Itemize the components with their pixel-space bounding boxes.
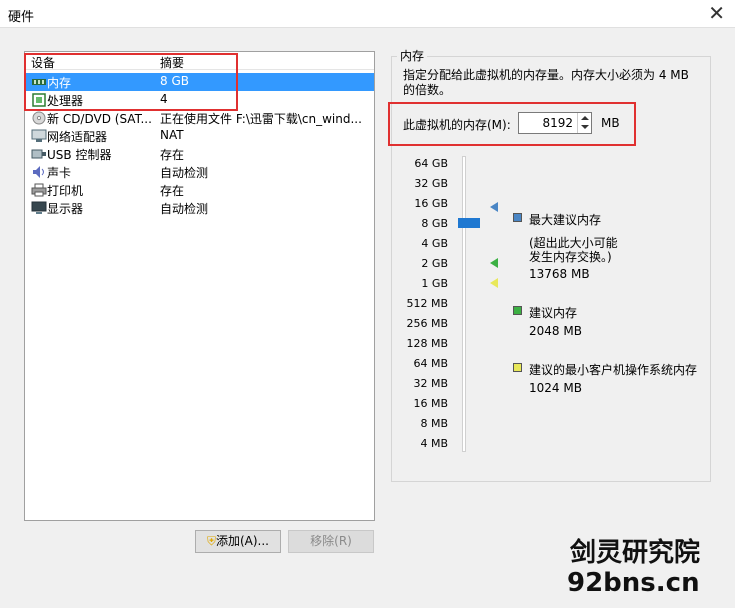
device-row-display[interactable]: 显示器 自动检测 — [25, 199, 374, 217]
device-summary: 存在 — [160, 148, 185, 162]
device-row-printer[interactable]: 打印机 存在 — [25, 181, 374, 199]
memory-field-label: 此虚拟机的内存(M): — [403, 118, 511, 132]
column-header-summary[interactable]: 摘要 — [160, 54, 184, 71]
min-guest-marker — [490, 278, 498, 288]
network-adapter-icon — [31, 129, 47, 142]
device-summary: 正在使用文件 F:\迅雷下载\cn_wind... — [160, 112, 362, 126]
remove-button[interactable]: 移除(R) — [288, 530, 374, 553]
scale-tick-label: 8 GB — [421, 217, 448, 230]
legend-min-value: 1024 MB — [529, 381, 582, 395]
device-summary: 自动检测 — [160, 202, 209, 216]
device-name: 处理器 — [47, 94, 84, 108]
device-name: 打印机 — [47, 184, 84, 198]
legend-max-note-2: 发生内存交换。) — [529, 250, 612, 264]
scale-tick-label: 16 GB — [414, 197, 448, 210]
device-summary: 8 GB — [160, 74, 189, 88]
scale-tick-label: 32 GB — [414, 177, 448, 190]
scale-tick-label: 1 GB — [421, 277, 448, 290]
scale-tick-label: 256 MB — [406, 317, 448, 330]
scale-tick-label: 4 MB — [420, 437, 448, 450]
cd-dvd-icon — [32, 111, 46, 125]
device-row-sound-card[interactable]: 声卡 自动检测 — [25, 163, 374, 181]
min-guest-swatch — [513, 363, 522, 372]
device-row-cd-dvd[interactable]: 新 CD/DVD (SAT... 正在使用文件 F:\迅雷下载\cn_wind.… — [25, 109, 374, 127]
legend-rec-value: 2048 MB — [529, 324, 582, 338]
device-name: 网络适配器 — [47, 130, 108, 144]
device-list[interactable]: 设备 摘要 内存 8 GB 处理器 4 新 CD/DVD (SAT... 正在使… — [24, 51, 375, 521]
window-title: 硬件 — [8, 10, 35, 25]
scale-tick-label: 8 MB — [420, 417, 448, 430]
scale-tick-label: 2 GB — [421, 257, 448, 270]
legend-min-title: 建议的最小客户机操作系统内存 — [529, 363, 698, 377]
usb-icon — [31, 149, 46, 159]
column-header-device[interactable]: 设备 — [31, 54, 55, 71]
max-recommended-marker — [490, 202, 498, 212]
watermark-title: 剑灵研究院 — [570, 538, 701, 568]
device-name: 内存 — [47, 76, 72, 90]
shield-icon: ⛨ — [206, 534, 216, 548]
device-summary: NAT — [160, 128, 184, 142]
memory-group-title: 内存 — [397, 47, 428, 64]
legend-max-title: 最大建议内存 — [529, 213, 602, 227]
device-list-header: 设备 摘要 — [25, 52, 374, 70]
add-button[interactable]: ⛨添加(A)... — [195, 530, 281, 553]
scale-tick-label: 4 GB — [421, 237, 448, 250]
device-name: 声卡 — [47, 166, 72, 180]
memory-value[interactable]: 8192 — [542, 116, 573, 130]
device-row-network-adapter[interactable]: 网络适配器 NAT — [25, 127, 374, 145]
scale-tick-label: 64 MB — [413, 357, 448, 370]
sound-card-icon — [33, 166, 44, 178]
device-row-usb[interactable]: USB 控制器 存在 — [25, 145, 374, 163]
device-summary: 存在 — [160, 184, 185, 198]
legend-rec-title: 建议内存 — [529, 306, 578, 320]
recommended-marker — [490, 258, 498, 268]
memory-icon — [32, 79, 46, 85]
device-summary: 自动检测 — [160, 166, 209, 180]
remove-button-label: 移除(R) — [310, 534, 352, 548]
memory-slider-thumb[interactable] — [458, 218, 480, 228]
device-name: 显示器 — [47, 202, 84, 216]
legend-max-value: 13768 MB — [529, 267, 590, 281]
memory-unit: MB — [601, 116, 620, 130]
device-name: 新 CD/DVD (SAT... — [47, 112, 152, 126]
spin-arrows[interactable] — [577, 113, 591, 133]
printer-icon — [31, 183, 47, 197]
memory-description: 指定分配给此虚拟机的内存量。内存大小必须为 4 MB 的倍数。 — [403, 68, 689, 97]
memory-spinbox[interactable]: 8192 — [518, 112, 592, 134]
display-icon — [31, 201, 47, 214]
add-button-label: 添加(A)... — [215, 534, 270, 548]
scale-tick-label: 16 MB — [413, 397, 448, 410]
max-recommended-swatch — [513, 213, 522, 222]
spin-up-icon[interactable] — [581, 116, 589, 120]
scale-tick-label: 64 GB — [414, 157, 448, 170]
title-bar: 硬件 ✕ — [0, 0, 735, 28]
device-row-memory[interactable]: 内存 8 GB — [25, 73, 374, 91]
scale-tick-label: 128 MB — [406, 337, 448, 350]
scale-tick-label: 512 MB — [406, 297, 448, 310]
spin-down-icon[interactable] — [581, 125, 589, 129]
watermark-url: 92bns.cn — [567, 568, 700, 598]
device-name: USB 控制器 — [47, 148, 112, 162]
close-icon[interactable]: ✕ — [708, 2, 725, 24]
processor-icon — [32, 93, 46, 107]
device-row-processor[interactable]: 处理器 4 — [25, 91, 374, 109]
memory-slider-track[interactable] — [462, 156, 466, 452]
device-summary: 4 — [160, 92, 168, 106]
scale-tick-label: 32 MB — [413, 377, 448, 390]
recommended-swatch — [513, 306, 522, 315]
